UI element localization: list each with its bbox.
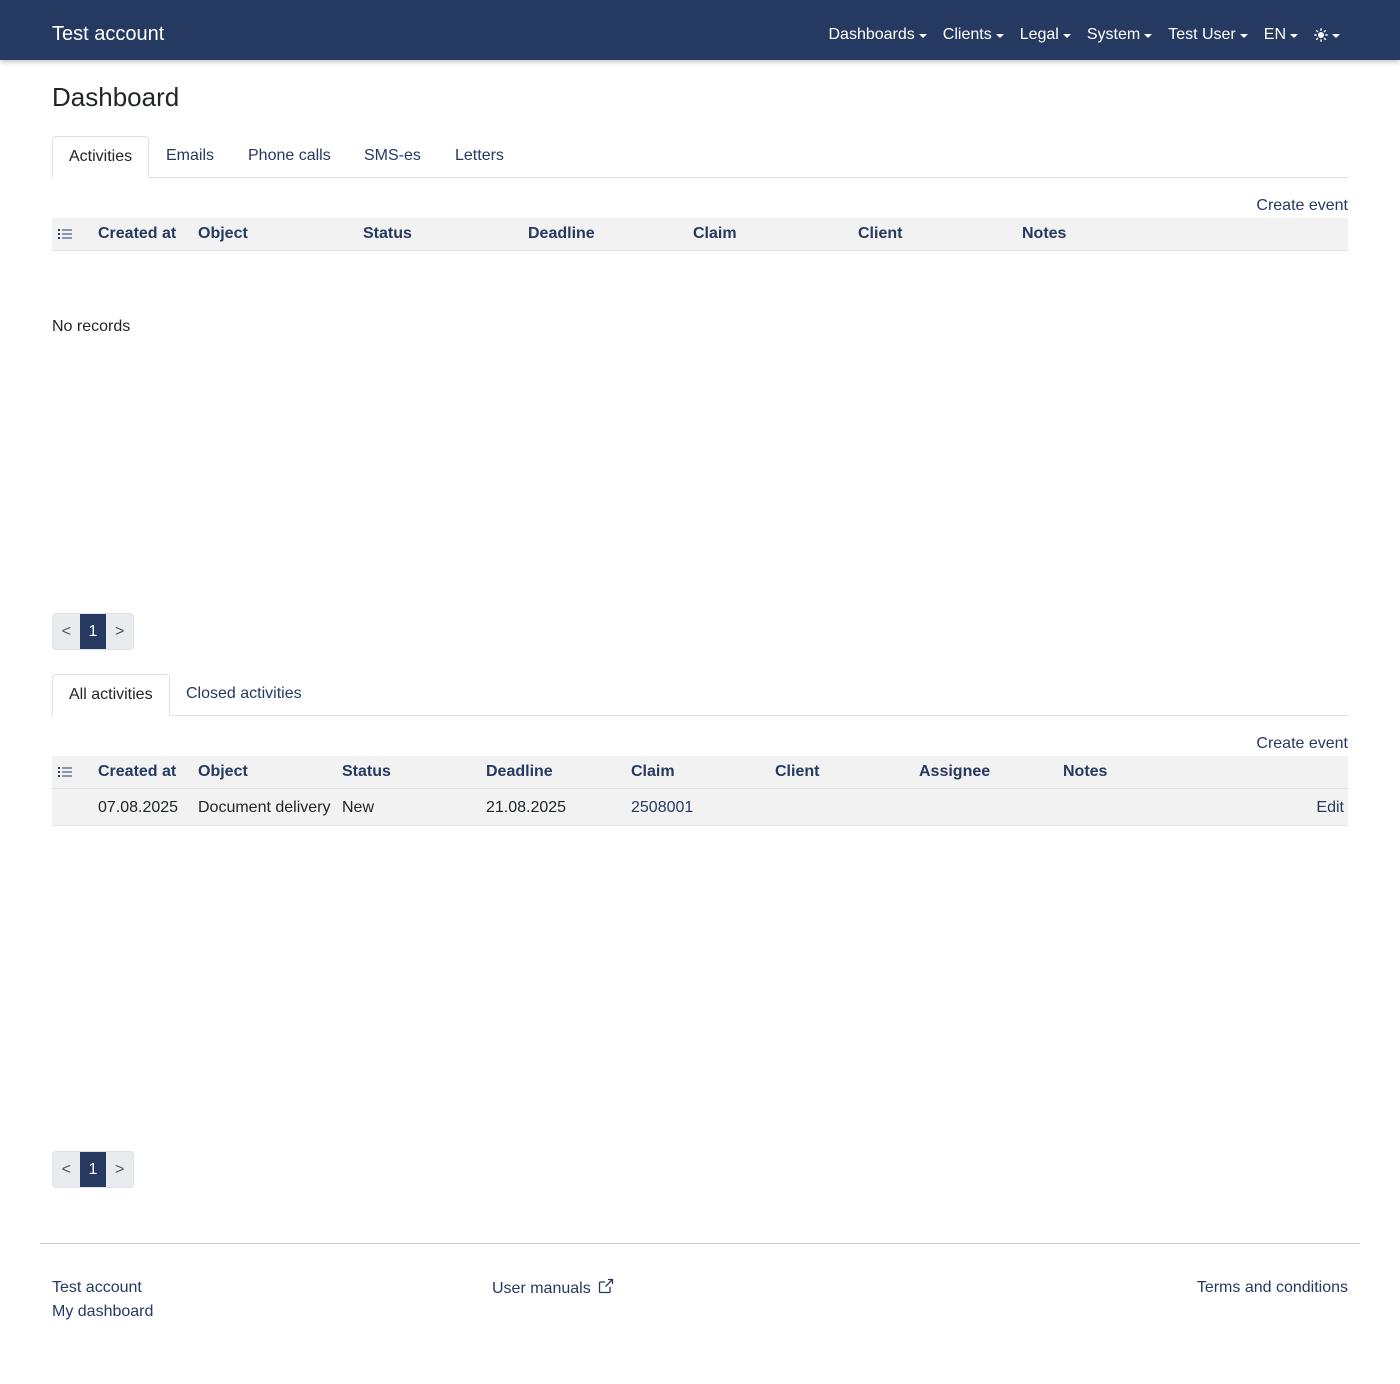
col-client[interactable]: Client xyxy=(858,218,902,250)
footer-account-link[interactable]: Test account xyxy=(52,1278,142,1298)
footer-dashboard-link[interactable]: My dashboard xyxy=(52,1302,153,1322)
nav-language-label: EN xyxy=(1263,26,1286,43)
all-activities-table-header: Created at Object Status Deadline Claim … xyxy=(52,756,1348,789)
col-object[interactable]: Object xyxy=(198,756,248,788)
page-title: Dashboard xyxy=(52,82,180,112)
col-notes[interactable]: Notes xyxy=(1022,218,1066,250)
nav-legal-label: Legal xyxy=(1019,26,1059,43)
cell-object: Document delivery xyxy=(198,799,331,816)
col-deadline[interactable]: Deadline xyxy=(528,218,595,250)
cell-created-at: 07.08.2025 xyxy=(98,799,179,816)
col-claim[interactable]: Claim xyxy=(631,756,675,788)
column-list-icon[interactable] xyxy=(58,766,72,778)
nav-clients-dropdown[interactable]: Clients xyxy=(943,24,1004,46)
create-event-link[interactable]: Create event xyxy=(1256,734,1348,754)
nav-menu: Dashboards Clients Legal System Test Use… xyxy=(813,24,1340,46)
external-link-icon xyxy=(599,1278,614,1294)
col-claim[interactable]: Claim xyxy=(693,218,737,250)
pagination: < 1 > xyxy=(52,1151,134,1188)
caret-down-icon xyxy=(1290,34,1298,38)
brand-title[interactable]: Test account xyxy=(52,21,164,47)
tab-all-activities[interactable]: All activities xyxy=(52,674,170,716)
col-created-at[interactable]: Created at xyxy=(98,756,176,788)
caret-down-icon xyxy=(1239,34,1248,38)
table-row[interactable]: 07.08.2025 Document delivery New 21.08.2… xyxy=(52,789,1348,826)
column-list-icon[interactable] xyxy=(58,228,72,240)
activities-table-header: Created at Object Status Deadline Claim … xyxy=(52,218,1348,251)
tab-activities[interactable]: Activities xyxy=(52,136,150,178)
top-tabs: Activities Emails Phone calls SMS-es Let… xyxy=(52,136,1348,178)
col-created-at[interactable]: Created at xyxy=(98,218,176,250)
footer-divider xyxy=(40,1243,1360,1244)
col-assignee[interactable]: Assignee xyxy=(919,756,990,788)
footer-manuals-link[interactable]: User manuals xyxy=(492,1278,614,1299)
tab-emails[interactable]: Emails xyxy=(150,136,230,178)
tab-letters[interactable]: Letters xyxy=(439,136,520,178)
top-navbar: Test account Dashboards Clients Legal Sy… xyxy=(0,0,1400,60)
prev-page-button[interactable]: < xyxy=(53,1152,80,1187)
tab-phone-calls[interactable]: Phone calls xyxy=(232,136,347,178)
caret-down-icon xyxy=(1332,34,1340,38)
pagination: < 1 > xyxy=(52,613,134,650)
nav-clients-label: Clients xyxy=(942,26,992,43)
cell-claim-link[interactable]: 2508001 xyxy=(631,789,693,826)
nav-dashboards-dropdown[interactable]: Dashboards xyxy=(829,24,927,46)
col-object[interactable]: Object xyxy=(198,218,248,250)
caret-down-icon xyxy=(995,34,1004,38)
nav-system-dropdown[interactable]: System xyxy=(1086,24,1153,46)
next-page-button[interactable]: > xyxy=(106,1152,133,1187)
nav-user-dropdown[interactable]: Test User xyxy=(1168,24,1248,46)
col-client[interactable]: Client xyxy=(775,756,819,788)
footer-manuals-label: User manuals xyxy=(492,1280,591,1297)
col-notes[interactable]: Notes xyxy=(1063,756,1107,788)
prev-page-button[interactable]: < xyxy=(53,614,80,649)
cell-status: New xyxy=(342,799,375,816)
caret-down-icon xyxy=(1144,34,1153,38)
create-event-link[interactable]: Create event xyxy=(1256,196,1348,216)
bottom-tabs: All activities Closed activities xyxy=(52,674,1348,716)
edit-link[interactable]: Edit xyxy=(1316,789,1344,826)
nav-language-dropdown[interactable]: EN xyxy=(1264,24,1298,46)
footer-terms-link[interactable]: Terms and conditions xyxy=(1197,1278,1348,1298)
caret-down-icon xyxy=(1062,34,1071,38)
nav-dashboards-label: Dashboards xyxy=(828,26,915,43)
nav-legal-dropdown[interactable]: Legal xyxy=(1020,24,1071,46)
no-records-text: No records xyxy=(52,318,131,335)
col-status[interactable]: Status xyxy=(342,756,391,788)
nav-system-label: System xyxy=(1086,26,1141,43)
sun-icon xyxy=(1314,28,1328,42)
cell-deadline: 21.08.2025 xyxy=(486,799,567,816)
nav-theme-dropdown[interactable] xyxy=(1314,28,1340,42)
nav-user-label: Test User xyxy=(1168,26,1236,43)
next-page-button[interactable]: > xyxy=(106,614,133,649)
col-deadline[interactable]: Deadline xyxy=(486,756,553,788)
tab-closed-activities[interactable]: Closed activities xyxy=(170,674,318,716)
page-button[interactable]: 1 xyxy=(79,1152,107,1187)
caret-down-icon xyxy=(918,34,927,38)
page-button[interactable]: 1 xyxy=(79,614,107,649)
col-status[interactable]: Status xyxy=(363,218,412,250)
tab-sms-es[interactable]: SMS-es xyxy=(348,136,437,178)
